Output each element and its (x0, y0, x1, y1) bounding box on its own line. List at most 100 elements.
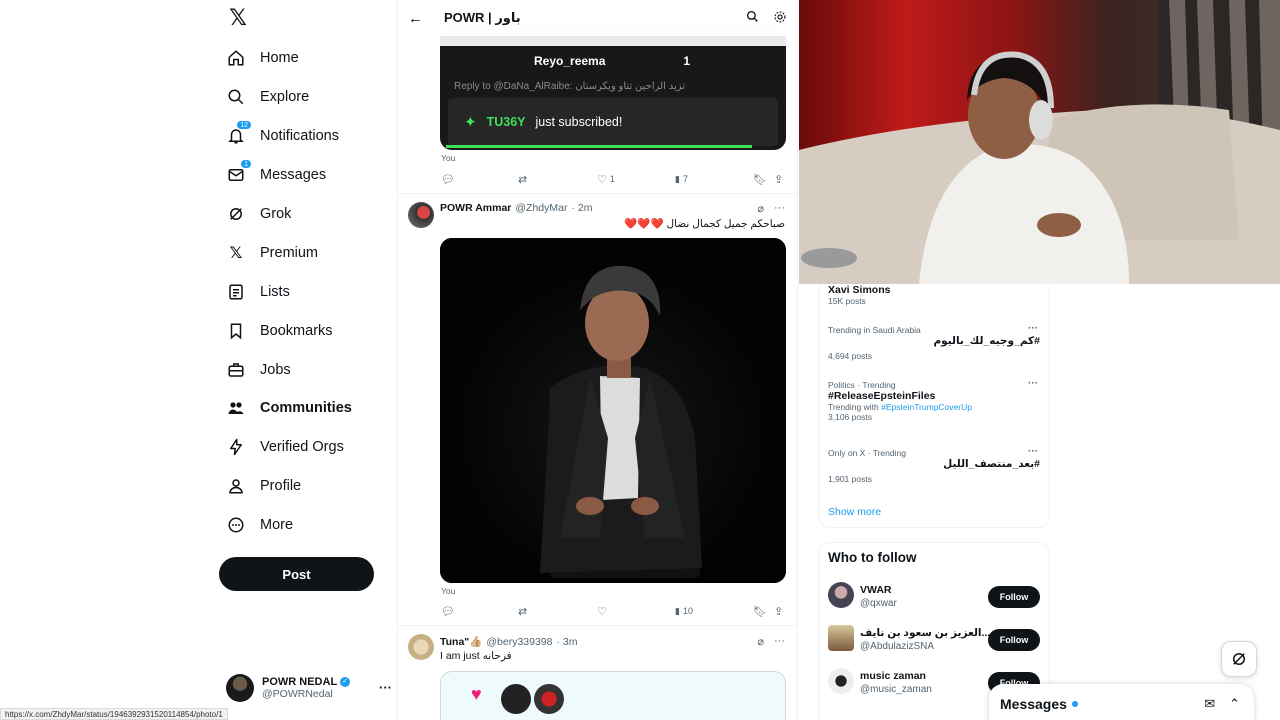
post-text: I am just فرحانه (440, 650, 512, 662)
webcam-overlay (799, 0, 1280, 284)
you-label: You (441, 586, 456, 596)
nav-notifications[interactable]: 12 Notifications (226, 120, 339, 151)
embed-reply-text: Reply to @DaNa_AlRaibe: تزيد الراحين تتا… (454, 81, 686, 92)
avatar[interactable] (408, 202, 434, 228)
post-media-card[interactable]: ♥ (440, 671, 786, 720)
grok-icon[interactable]: ⌀ (757, 635, 764, 648)
embed-viewer-count: 1 (683, 54, 690, 68)
grok-icon (226, 204, 246, 224)
post-media-embed[interactable]: Reyo_reema 1 Reply to @DaNa_AlRaibe: تزي… (440, 24, 786, 150)
nav-explore[interactable]: Explore (226, 82, 309, 112)
toast-progress-bar (446, 145, 752, 148)
trend-item[interactable]: Trending in Saudi Arabia ··· #كم_وجيه_لك… (828, 323, 1040, 361)
nav-premium[interactable]: 𝕏 Premium (226, 238, 318, 268)
views-button[interactable]: ▮ 10 (675, 606, 693, 617)
heart-icon: ♡ (597, 173, 607, 186)
nav-verified-orgs[interactable]: Verified Orgs (226, 432, 344, 462)
new-message-icon[interactable]: ✉︎ (1204, 696, 1215, 712)
trend-count: 1,901 posts (828, 474, 872, 484)
author-handle[interactable]: @ZhdyMar (515, 202, 567, 214)
views-button[interactable]: ▮ 7 (675, 174, 688, 185)
trend-count: 3,106 posts (828, 412, 872, 422)
author-name[interactable]: POWR Ammar (440, 202, 511, 214)
lightning-icon (226, 437, 246, 457)
show-more-link[interactable]: Show more (828, 506, 881, 518)
trend-item[interactable]: Xavi Simons 15K posts (828, 284, 1040, 306)
expand-chevron-icon[interactable]: ⌃ (1229, 696, 1240, 712)
nav-lists-label: Lists (260, 284, 290, 300)
follow-button[interactable]: Follow (988, 629, 1040, 651)
settings-gear-icon[interactable] (773, 10, 787, 27)
briefcase-icon (226, 360, 246, 380)
left-sidebar: 𝕏 Home Explore 12 Notifications 1 Messag… (218, 0, 396, 720)
follow-button[interactable]: Follow (988, 586, 1040, 608)
more-icon[interactable]: ··· (1028, 323, 1038, 334)
home-icon (226, 48, 246, 68)
nav-more[interactable]: More (226, 510, 293, 540)
back-arrow-icon[interactable]: ← (408, 10, 424, 27)
follow-suggestion[interactable]: العزيز بن سعود بن نايف... @AbdulazizSNA … (828, 625, 1040, 655)
grok-floating-button[interactable] (1221, 641, 1257, 677)
subscribe-text: just subscribed! (535, 115, 623, 129)
header: ← POWR | باور (398, 0, 797, 36)
nav-grok[interactable]: Grok (226, 199, 291, 229)
repost-icon[interactable]: ⇄ (518, 173, 527, 186)
trend-item[interactable]: Only on X · Trending ··· #بعد_منتصف_اللي… (828, 446, 1040, 484)
you-label: You (441, 153, 456, 163)
heart-icon[interactable]: ♡ (597, 605, 607, 618)
post-time[interactable]: · 3m (556, 636, 577, 648)
mail-icon: 1 (226, 159, 252, 185)
trend-with-link[interactable]: #EpsteinTrumpCoverUp (881, 402, 972, 412)
more-icon[interactable]: ··· (774, 635, 785, 648)
post-time[interactable]: · 2m (571, 202, 592, 214)
views-count: 10 (682, 606, 693, 616)
more-icon[interactable]: ··· (379, 680, 392, 695)
nav-jobs-label: Jobs (260, 362, 291, 378)
search-icon[interactable] (746, 10, 759, 27)
avatar (501, 684, 531, 714)
sparkle-icon: ✦ (464, 114, 477, 131)
trend-name: #كم_وجيه_لك_باليوم (933, 335, 1040, 347)
share-icon[interactable]: ⇪ (774, 605, 783, 618)
nav-lists[interactable]: Lists (226, 277, 290, 307)
author-handle[interactable]: @bery339398 (486, 636, 552, 648)
verified-badge-icon: ✓ (340, 677, 351, 687)
share-icon[interactable]: ⇪ (774, 173, 783, 186)
follow-suggestion[interactable]: VWAR @qxwar Follow (828, 582, 1040, 612)
chart-icon: ▮ (675, 605, 680, 616)
bookmark-icon[interactable]: 🔖︎ (753, 173, 767, 186)
nav-jobs[interactable]: Jobs (226, 355, 291, 385)
post-actions: 💬︎ ⇄ ♡ 1 ▮ 7 🔖︎ ⇪ (441, 172, 787, 186)
more-icon[interactable]: ··· (774, 202, 785, 215)
trend-item[interactable]: Politics · Trending ··· #ReleaseEpsteinF… (828, 378, 1040, 422)
nav-home[interactable]: Home (226, 43, 299, 73)
like-button[interactable]: ♡ 1 (597, 173, 615, 186)
nav-messages[interactable]: 1 Messages (226, 159, 326, 190)
author-name[interactable]: Tuna"👍🏼 (440, 635, 482, 648)
avatar (226, 674, 254, 702)
grok-icon[interactable]: ⌀ (757, 202, 764, 215)
post-button[interactable]: Post (219, 557, 374, 591)
reply-icon[interactable]: 💬︎ (441, 605, 455, 618)
nav-bookmarks[interactable]: Bookmarks (226, 316, 333, 346)
trend-name: #ReleaseEpsteinFiles (828, 390, 936, 402)
profile-handle: @POWRNedal (262, 688, 333, 700)
avatar[interactable] (408, 634, 434, 660)
reply-icon[interactable]: 💬︎ (441, 173, 455, 186)
more-icon[interactable]: ··· (1028, 378, 1038, 389)
people-icon (226, 398, 246, 418)
repost-icon[interactable]: ⇄ (518, 605, 527, 618)
more-icon[interactable]: ··· (1028, 446, 1038, 457)
nav-communities[interactable]: Communities (226, 393, 352, 423)
account-switcher[interactable]: POWR NEDAL ✓ @POWRNedal ··· (226, 674, 392, 702)
x-logo-icon: 𝕏 (229, 245, 243, 262)
views-count: 7 (682, 174, 688, 184)
x-logo-icon[interactable]: 𝕏 (226, 6, 250, 30)
account-handle: @music_zaman (860, 684, 932, 695)
post-photo[interactable] (440, 238, 786, 583)
messages-drawer[interactable]: Messages ✉︎ ⌃ (989, 684, 1254, 720)
notifications-badge: 12 (236, 120, 252, 130)
bookmark-icon[interactable]: 🔖︎ (753, 605, 767, 618)
nav-communities-label: Communities (260, 400, 352, 416)
nav-profile[interactable]: Profile (226, 471, 301, 501)
